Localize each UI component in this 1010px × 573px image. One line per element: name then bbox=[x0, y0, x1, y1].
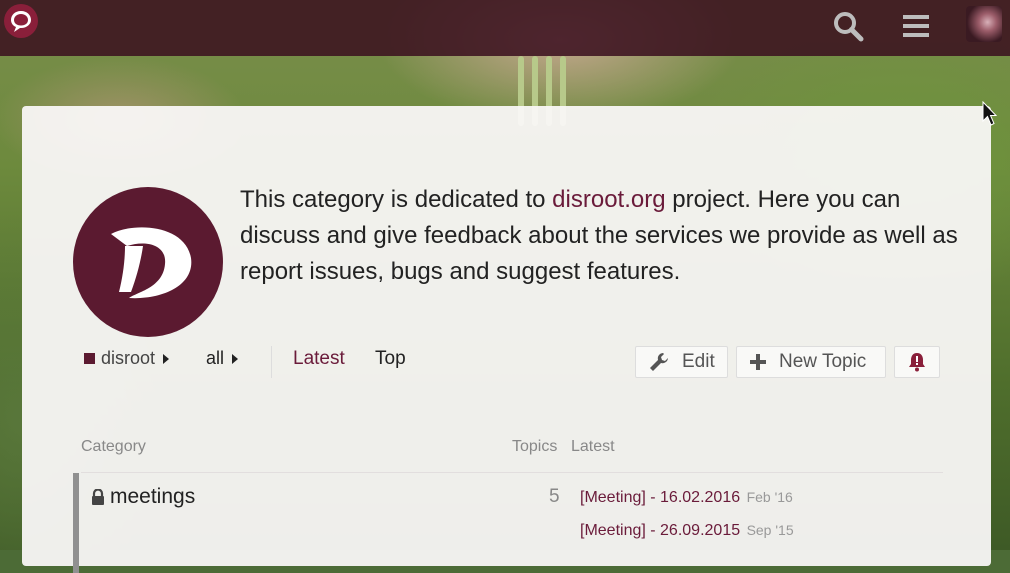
mouse-cursor bbox=[982, 100, 998, 132]
category-link[interactable]: meetings bbox=[91, 485, 195, 509]
caret-right-icon bbox=[163, 353, 170, 364]
nav-divider bbox=[271, 346, 272, 378]
latest-topic[interactable]: [Meeting] - 26.09.2015 Sep '15 bbox=[580, 522, 794, 540]
latest-topic[interactable]: [Meeting] - 16.02.2016 Feb '16 bbox=[580, 489, 793, 507]
latest-topic-title[interactable]: [Meeting] - 16.02.2016 bbox=[580, 489, 740, 506]
column-header-topics[interactable]: Topics bbox=[512, 438, 557, 456]
breadcrumb-category[interactable]: disroot bbox=[84, 348, 170, 369]
category-row[interactable]: meetings 5 [Meeting] - 16.02.2016 Feb '1… bbox=[73, 473, 949, 573]
caret-right-icon bbox=[232, 353, 239, 364]
edit-button-label: Edit bbox=[682, 351, 715, 372]
bell-warning-icon bbox=[908, 352, 926, 372]
new-topic-button[interactable]: New Topic bbox=[736, 346, 886, 378]
column-header-latest[interactable]: Latest bbox=[571, 438, 615, 456]
new-topic-button-label: New Topic bbox=[779, 351, 867, 372]
description-text: This category is dedicated to bbox=[240, 186, 553, 213]
breadcrumb-category-label: disroot bbox=[101, 348, 156, 368]
notification-level-button[interactable] bbox=[894, 346, 940, 378]
tab-top[interactable]: Top bbox=[375, 348, 406, 370]
edit-button[interactable]: Edit bbox=[635, 346, 728, 378]
category-name: meetings bbox=[110, 485, 196, 508]
site-header bbox=[0, 0, 1010, 56]
topic-count: 5 bbox=[549, 486, 560, 507]
lock-icon bbox=[91, 489, 105, 505]
search-icon[interactable] bbox=[830, 8, 866, 44]
category-nav: disroot all Latest Top Edit New Topic bbox=[82, 346, 961, 386]
disroot-chat-bubble-icon[interactable] bbox=[4, 4, 38, 38]
disroot-d-logo bbox=[73, 187, 223, 337]
latest-topic-date: Feb '16 bbox=[746, 489, 793, 505]
user-avatar[interactable] bbox=[966, 6, 1002, 42]
breadcrumb-subcategory-label: all bbox=[206, 348, 225, 368]
category-color-swatch bbox=[84, 353, 95, 364]
plus-icon bbox=[749, 353, 767, 371]
tab-latest[interactable]: Latest bbox=[293, 348, 345, 370]
disroot-org-link[interactable]: disroot.org bbox=[552, 186, 665, 213]
latest-topic-title[interactable]: [Meeting] - 26.09.2015 bbox=[580, 522, 740, 539]
category-card: This category is dedicated to disroot.or… bbox=[22, 106, 991, 573]
wrench-icon bbox=[648, 351, 670, 373]
breadcrumb-subcategory[interactable]: all bbox=[206, 348, 239, 369]
category-description: This category is dedicated to disroot.or… bbox=[240, 182, 960, 290]
latest-topic-date: Sep '15 bbox=[746, 522, 794, 538]
hamburger-menu-icon[interactable] bbox=[898, 8, 934, 44]
column-header-category[interactable]: Category bbox=[81, 438, 146, 456]
